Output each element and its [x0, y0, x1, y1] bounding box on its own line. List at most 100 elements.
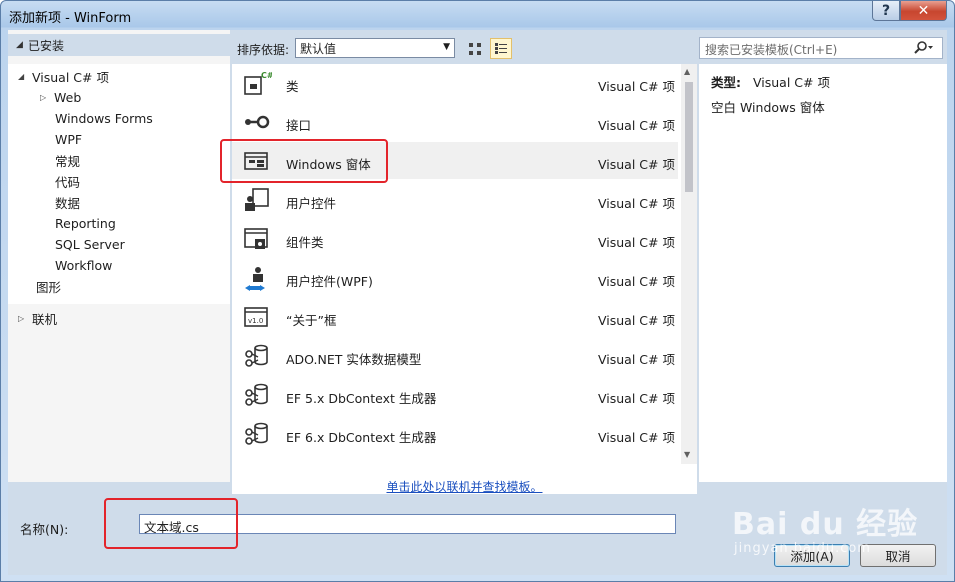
template-item-class[interactable]: C# 类 Visual C# 项 — [232, 64, 678, 101]
tree-item-general[interactable]: 常规 — [55, 150, 80, 170]
tree-item-label: 常规 — [55, 153, 81, 169]
template-list: C# 类 Visual C# 项 接口 Visual C# 项 — [232, 64, 697, 464]
scroll-thumb[interactable] — [685, 82, 693, 192]
tree-item-wpf[interactable]: WPF — [55, 129, 82, 149]
template-name: 接口 — [286, 118, 312, 133]
sort-dropdown[interactable]: 默认值 ▼ — [295, 38, 455, 58]
template-type: Visual C# 项 — [598, 274, 675, 289]
title-bar[interactable]: 添加新项 - WinForm ? ✕ — [1, 1, 954, 29]
tree-item-label: 代码 — [55, 174, 81, 190]
template-item-component-class[interactable]: 组件类 Visual C# 项 — [232, 220, 678, 257]
tree-item-label: 图形 — [36, 279, 62, 295]
tree-item-visual-csharp[interactable]: ◢ Visual C# 项 — [18, 66, 109, 86]
component-icon — [244, 228, 268, 249]
template-details: 类型: Visual C# 项 空白 Windows 窗体 — [699, 64, 947, 482]
baidu-watermark-url: jingyan.baidu.com — [734, 541, 871, 556]
cancel-button[interactable]: 取消 — [860, 544, 936, 567]
template-type: Visual C# 项 — [598, 430, 675, 445]
template-type: Visual C# 项 — [598, 235, 675, 250]
tree-item-label: SQL Server — [55, 236, 125, 252]
template-item-ef5-dbcontext[interactable]: EF 5.x DbContext 生成器 Visual C# 项 — [232, 376, 678, 413]
category-tree: ◢ Visual C# 项 ▷ Web Windows Forms WPF 常规 — [8, 64, 230, 304]
template-name: 类 — [286, 79, 299, 94]
template-item-ado-entity-model[interactable]: ADO.NET 实体数据模型 Visual C# 项 — [232, 337, 678, 374]
search-input[interactable]: 搜索已安装模板(Ctrl+E) — [699, 37, 943, 59]
collapse-arrow-icon[interactable]: ◢ — [16, 40, 28, 50]
detail-type-row: 类型: Visual C# 项 — [711, 72, 830, 91]
scroll-up-icon[interactable]: ▲ — [684, 67, 690, 76]
tree-item-code[interactable]: 代码 — [55, 171, 80, 191]
detail-type-label: 类型: — [711, 75, 741, 90]
svg-text:v1.0: v1.0 — [248, 317, 263, 325]
tree-item-data[interactable]: 数据 — [55, 192, 80, 212]
tree-item-label: Web — [54, 89, 82, 105]
detail-type-value: Visual C# 项 — [752, 75, 830, 90]
window-title: 添加新项 - WinForm — [9, 11, 132, 26]
category-pane: ◢ 已安装 ◢ Visual C# 项 ▷ Web Windows Forms … — [8, 30, 230, 482]
scroll-down-icon[interactable]: ▼ — [684, 450, 690, 459]
entity-model-icon — [245, 344, 268, 367]
search-placeholder: 搜索已安装模板(Ctrl+E) — [705, 43, 838, 57]
grid-view-button[interactable] — [464, 38, 486, 59]
tree-item-graphics[interactable]: 图形 — [36, 276, 61, 296]
tree-item-online[interactable]: ▷ 联机 — [18, 308, 57, 328]
detail-description: 空白 Windows 窗体 — [711, 100, 825, 115]
collapsed-arrow-icon[interactable]: ▷ — [18, 314, 32, 323]
template-toolbar: 排序依据: 默认值 ▼ — [232, 36, 697, 60]
template-name: EF 5.x DbContext 生成器 — [286, 391, 437, 406]
tree-item-label: Visual C# 项 — [32, 69, 109, 85]
list-view-icon — [495, 42, 507, 55]
template-item-wpf-user-control[interactable]: 用户控件(WPF) Visual C# 项 — [232, 259, 678, 296]
about-box-icon: v1.0 — [244, 307, 268, 327]
template-name: 用户控件 — [286, 196, 337, 211]
template-name: EF 6.x DbContext 生成器 — [286, 430, 437, 445]
interface-icon — [245, 115, 270, 129]
dbcontext-icon — [245, 383, 268, 406]
help-button[interactable]: ? — [872, 1, 900, 21]
list-view-button[interactable] — [490, 38, 512, 59]
tree-item-web[interactable]: ▷ Web — [40, 87, 81, 107]
tree-item-label: 联机 — [32, 311, 58, 327]
template-item-about-box[interactable]: v1.0 “关于”框 Visual C# 项 — [232, 298, 678, 335]
dbcontext-icon — [245, 422, 268, 445]
tree-item-windows-forms[interactable]: Windows Forms — [55, 108, 153, 128]
tree-item-label: Windows Forms — [55, 110, 153, 126]
template-item-interface[interactable]: 接口 Visual C# 项 — [232, 103, 678, 140]
template-type: Visual C# 项 — [598, 391, 675, 406]
user-control-icon — [245, 188, 269, 211]
online-tree: ▷ 联机 — [8, 306, 230, 482]
template-list-scrollbar[interactable]: ▲ ▼ — [681, 64, 697, 464]
template-type: Visual C# 项 — [598, 196, 675, 211]
sort-label: 排序依据: — [237, 43, 290, 57]
grid-view-icon — [469, 42, 481, 55]
tree-item-label: Reporting — [55, 215, 116, 231]
class-icon: C# — [244, 71, 272, 95]
sort-value: 默认值 — [300, 41, 337, 56]
dialog-window: 添加新项 - WinForm ? ✕ ◢ 已安装 ◢ Visual C# 项 ▷… — [0, 0, 955, 582]
template-name: “关于”框 — [286, 313, 337, 328]
template-pane: 排序依据: 默认值 ▼ C# — [232, 30, 697, 494]
svg-text:C#: C# — [261, 71, 272, 80]
tree-item-label: Workflow — [55, 257, 113, 273]
template-item-ef6-dbcontext[interactable]: EF 6.x DbContext 生成器 Visual C# 项 — [232, 415, 678, 452]
template-name: ADO.NET 实体数据模型 — [286, 352, 422, 367]
close-button[interactable]: ✕ — [900, 1, 947, 21]
wpf-user-control-icon — [245, 267, 265, 291]
tree-item-label: 数据 — [55, 195, 81, 211]
tree-item-workflow[interactable]: Workflow — [55, 255, 112, 275]
template-name: 用户控件(WPF) — [286, 274, 373, 289]
search-icon[interactable] — [914, 41, 934, 58]
dialog-client-area: ◢ 已安装 ◢ Visual C# 项 ▷ Web Windows Forms … — [8, 30, 947, 575]
details-pane: 搜索已安装模板(Ctrl+E) 类型: Visual C# 项 空白 Windo… — [699, 30, 947, 482]
find-templates-online-link[interactable]: 单击此处以联机并查找模板。 — [232, 464, 697, 494]
expanded-arrow-icon[interactable]: ◢ — [18, 72, 32, 81]
tree-item-reporting[interactable]: Reporting — [55, 213, 116, 233]
installed-header[interactable]: ◢ 已安装 — [8, 34, 230, 56]
collapsed-arrow-icon[interactable]: ▷ — [40, 93, 54, 102]
tree-item-sql-server[interactable]: SQL Server — [55, 234, 125, 254]
highlight-box-windows-form — [220, 139, 388, 183]
template-type: Visual C# 项 — [598, 352, 675, 367]
template-item-user-control[interactable]: 用户控件 Visual C# 项 — [232, 181, 678, 218]
template-type: Visual C# 项 — [598, 157, 675, 172]
template-type: Visual C# 项 — [598, 313, 675, 328]
